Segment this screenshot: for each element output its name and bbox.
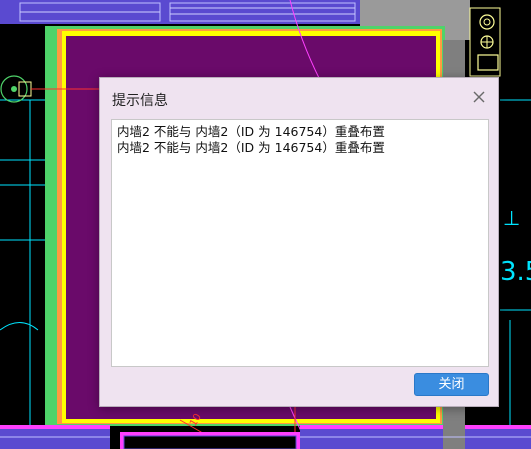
dialog-title: 提示信息 xyxy=(112,93,168,109)
dimension-text: 3.5 xyxy=(500,257,531,287)
close-icon[interactable] xyxy=(470,88,488,106)
message-line: 内墙2 不能与 内墙2（ID 为 146754）重叠布置 xyxy=(117,124,385,139)
svg-text:⊥: ⊥ xyxy=(503,206,520,230)
message-list[interactable]: 内墙2 不能与 内墙2（ID 为 146754）重叠布置 内墙2 不能与 内墙2… xyxy=(111,119,489,367)
message-dialog: 提示信息 内墙2 不能与 内墙2（ID 为 146754）重叠布置 内墙2 不能… xyxy=(99,77,499,407)
message-line: 内墙2 不能与 内墙2（ID 为 146754）重叠布置 xyxy=(117,140,385,155)
close-button[interactable]: 关闭 xyxy=(414,373,489,396)
